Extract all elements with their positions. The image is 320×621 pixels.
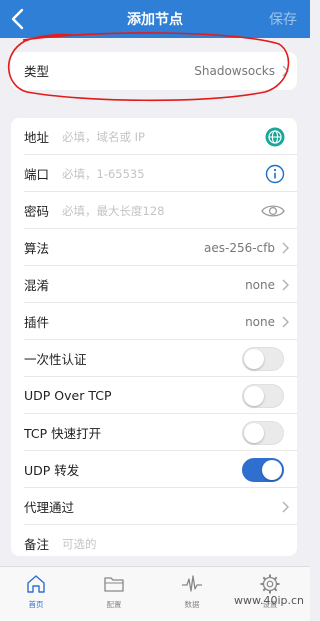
chevron-right-icon — [282, 242, 289, 253]
chevron-right-icon — [282, 316, 289, 327]
udp-over-tcp-label: UDP Over TCP — [24, 388, 112, 403]
settings-card: 地址 必填，域名或 IP 端口 必填，1-65535 密码 必填，最大长度128… — [11, 118, 297, 556]
plugin-label: 插件 — [24, 315, 50, 330]
cipher-value: aes-256-cfb — [204, 240, 275, 255]
type-row[interactable]: 类型 Shadowsocks — [11, 52, 297, 89]
port-row: 端口 必填，1-65535 — [11, 155, 297, 192]
udp-over-tcp-row: UDP Over TCP — [11, 377, 297, 414]
proxy-via-row[interactable]: 代理通过 — [11, 488, 297, 525]
folder-icon — [104, 577, 124, 592]
tcp-fast-open-row: TCP 快速打开 — [11, 414, 297, 451]
page-title: 添加节点 — [127, 12, 183, 28]
ota-row: 一次性认证 — [11, 340, 297, 377]
pulse-icon — [182, 575, 202, 592]
home-icon — [27, 575, 45, 593]
tab-config[interactable]: 配置 — [89, 573, 139, 610]
udp-relay-row: UDP 转发 — [11, 451, 297, 488]
toggle-knob — [244, 348, 264, 369]
gear-icon — [260, 574, 280, 594]
plugin-row[interactable]: 插件 none — [11, 303, 297, 340]
tab-data[interactable]: 数据 — [167, 573, 217, 610]
udp-relay-label: UDP 转发 — [24, 463, 80, 478]
port-input[interactable]: 必填，1-65535 — [62, 166, 145, 182]
address-row: 地址 必填，域名或 IP — [11, 118, 297, 155]
ota-label: 一次性认证 — [24, 352, 87, 367]
watermark: www.40ip.cn — [233, 594, 304, 607]
address-label: 地址 — [24, 130, 50, 145]
proxy-via-label: 代理通过 — [24, 500, 75, 515]
type-card: 类型 Shadowsocks — [11, 52, 297, 90]
remark-label: 备注 — [24, 537, 50, 552]
password-input[interactable]: 必填，最大长度128 — [62, 203, 164, 219]
port-label: 端口 — [24, 167, 50, 182]
udp-relay-toggle[interactable] — [242, 457, 284, 482]
remark-input[interactable]: 可选的 — [62, 536, 97, 552]
toggle-knob — [262, 459, 282, 480]
globe-icon[interactable] — [265, 127, 285, 147]
tcp-fast-open-label: TCP 快速打开 — [24, 426, 102, 441]
obfs-row[interactable]: 混淆 none — [11, 266, 297, 303]
address-input[interactable]: 必填，域名或 IP — [62, 129, 145, 145]
tcp-fast-open-toggle[interactable] — [242, 420, 284, 445]
toggle-knob — [244, 385, 264, 406]
ota-toggle[interactable] — [242, 346, 284, 371]
cipher-label: 算法 — [24, 241, 50, 256]
info-icon[interactable] — [265, 164, 285, 184]
eye-icon[interactable] — [261, 203, 285, 219]
tab-label: 数据 — [184, 600, 200, 609]
tab-label: 配置 — [106, 600, 122, 609]
navigation-bar: 添加节点 保存 — [0, 0, 310, 38]
chevron-right-icon — [282, 65, 289, 76]
save-button[interactable]: 保存 — [269, 9, 297, 29]
obfs-value: none — [245, 277, 275, 292]
cipher-row[interactable]: 算法 aes-256-cfb — [11, 229, 297, 266]
tab-home[interactable]: 首页 — [11, 573, 61, 610]
password-row: 密码 必填，最大长度128 — [11, 192, 297, 229]
toggle-knob — [244, 422, 264, 443]
type-label: 类型 — [24, 64, 50, 79]
tab-label: 首页 — [28, 600, 44, 609]
password-label: 密码 — [24, 204, 50, 219]
plugin-value: none — [245, 314, 275, 329]
remark-row: 备注 可选的 — [11, 525, 297, 562]
type-value: Shadowsocks — [194, 63, 275, 78]
obfs-label: 混淆 — [24, 278, 50, 293]
chevron-right-icon — [282, 501, 289, 512]
udp-over-tcp-toggle[interactable] — [242, 383, 284, 408]
chevron-right-icon — [282, 279, 289, 290]
